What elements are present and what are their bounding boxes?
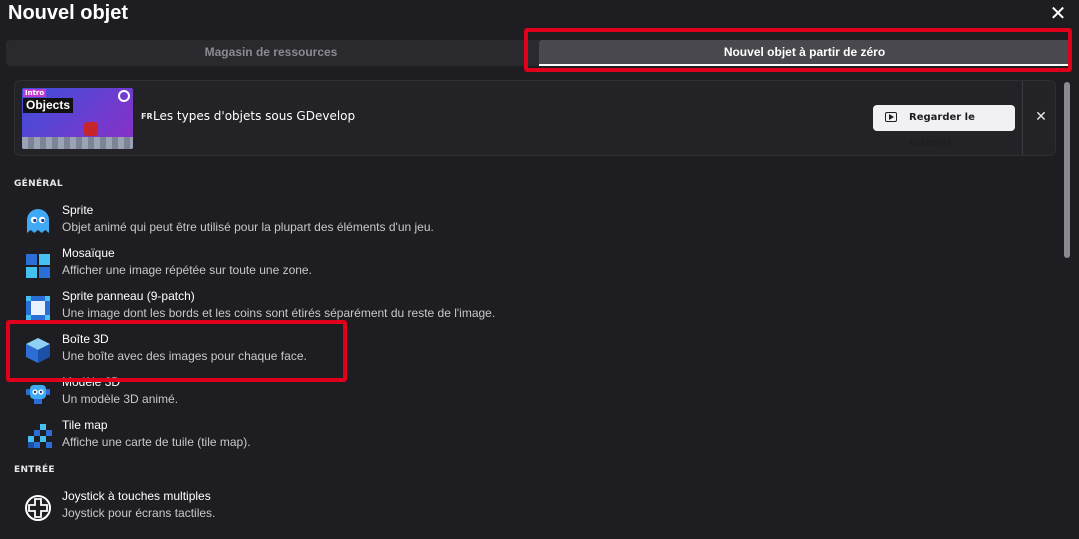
thumbnail-tag: Intro [23, 89, 47, 97]
gdevelop-logo-icon [118, 90, 130, 102]
robot-3d-model-icon [26, 385, 50, 404]
object-item-description: Joystick pour écrans tactiles. [62, 506, 216, 520]
thumbnail-title: Objects [23, 98, 74, 113]
close-tutorial-icon[interactable]: ✕ [1033, 109, 1049, 125]
object-item-description: Objet animé qui peut être utilisé pour l… [62, 220, 434, 234]
tab-highlight-annotation [524, 28, 1072, 72]
ground-tiles-icon [22, 137, 133, 149]
object-item-description: Un modèle 3D animé. [62, 392, 179, 406]
dialog-title: Nouvel objet [8, 2, 129, 24]
object-item-name: Sprite panneau (9-patch) [62, 289, 195, 303]
language-badge: FR [141, 112, 153, 121]
play-icon [885, 112, 897, 122]
section-label-input: ENTRÉE [14, 465, 55, 475]
tutorial-title: Les types d'objets sous GDevelop [153, 109, 356, 123]
object-item-name: Mosaïque [62, 246, 115, 260]
tab-asset-store[interactable]: Magasin de ressources [6, 40, 536, 66]
scrollbar[interactable] [1064, 82, 1070, 258]
watch-tutorial-label: Regarder le tutoriel [909, 112, 975, 149]
character-sprite-icon [84, 122, 98, 136]
joystick-icon [25, 495, 51, 521]
tiled-icon [26, 254, 50, 278]
object-item-name: Tile map [62, 418, 108, 432]
object-item-sprite[interactable]: Sprite Objet animé qui peut être utilisé… [20, 203, 720, 241]
ghost-icon [27, 209, 49, 233]
tilemap-icon [28, 424, 52, 448]
object-item-name: Joystick à touches multiples [62, 489, 211, 503]
tutorial-card[interactable]: Intro Objects FR Les types d'objets sous… [14, 80, 1056, 156]
section-label-general: GÉNÉRAL [14, 179, 63, 189]
box-3d-highlight-annotation [6, 320, 347, 382]
tutorial-thumbnail[interactable]: Intro Objects [22, 88, 133, 149]
object-item-name: Sprite [62, 203, 94, 217]
object-item-tile-map[interactable]: Tile map Affiche une carte de tuile (til… [20, 418, 720, 456]
object-item-description: Une image dont les bords et les coins so… [62, 306, 496, 320]
watch-tutorial-button[interactable]: Regarder le tutoriel [873, 105, 1015, 149]
close-dialog-icon[interactable]: ✕ [1048, 3, 1068, 24]
card-divider [1022, 81, 1023, 155]
object-item-tiled-sprite[interactable]: Mosaïque Afficher une image répétée sur … [20, 246, 720, 284]
object-item-description: Afficher une image répétée sur toute une… [62, 263, 312, 277]
nine-patch-icon [26, 296, 50, 320]
object-item-multitouch-joystick[interactable]: Joystick à touches multiples Joystick po… [20, 489, 720, 527]
object-item-description: Affiche une carte de tuile (tile map). [62, 435, 251, 449]
